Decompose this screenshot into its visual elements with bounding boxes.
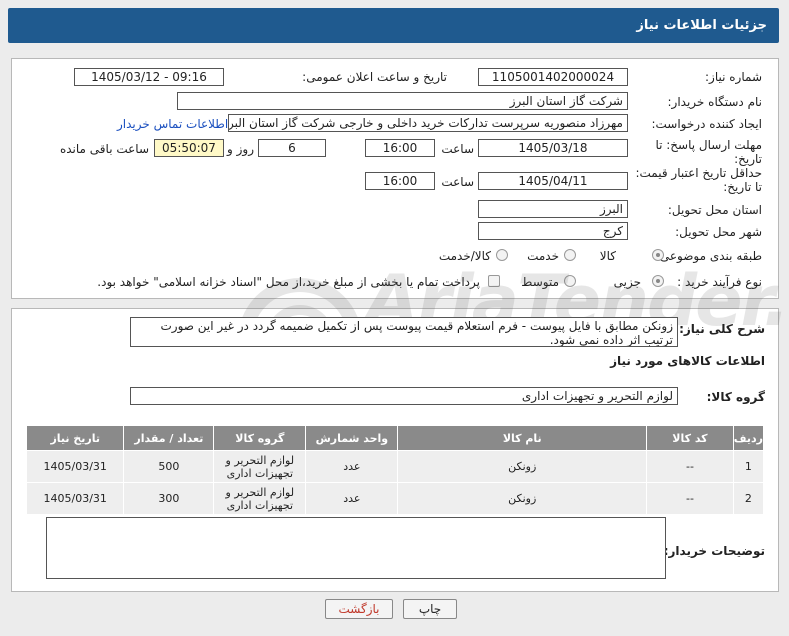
cell-name: زونکن: [397, 482, 648, 515]
remaining-time-word: ساعت باقی مانده: [59, 142, 149, 156]
category-radio-goods[interactable]: [652, 249, 664, 261]
deadline-time-word: ساعت: [441, 142, 474, 156]
goods-table: ردیف کد کالا نام کالا واحد شمارش گروه کا…: [25, 425, 765, 515]
request-creator-label: ایجاد کننده درخواست:: [651, 117, 762, 131]
cell-unit: عدد: [305, 450, 399, 483]
category-radio-goods-service[interactable]: [496, 249, 508, 261]
remaining-days-field: 6: [258, 139, 326, 157]
goods-group-label: گروه کالا:: [706, 390, 765, 404]
deadline-label-line1: مهلت ارسال پاسخ: تا: [655, 138, 762, 152]
process-type-label: نوع فرآیند خرید :: [677, 275, 762, 289]
cell-code: --: [646, 482, 734, 515]
validity-time-field: 16:00: [365, 172, 435, 190]
cell-date: 1405/03/31: [25, 482, 125, 515]
page-title: جزئیات اطلاعات نیاز: [8, 8, 779, 43]
validity-label-line1: حداقل تاریخ اعتبار قیمت:: [635, 166, 762, 180]
cell-unit: عدد: [305, 482, 399, 515]
col-date: تاریخ نیاز: [25, 425, 125, 451]
delivery-city-label: شهر محل تحویل:: [675, 225, 762, 239]
need-number-field: 1105001402000024: [478, 68, 628, 86]
col-row: ردیف: [732, 425, 765, 451]
col-unit: واحد شمارش: [305, 425, 399, 451]
category-radio-service[interactable]: [564, 249, 576, 261]
delivery-city-field: کرج: [478, 222, 628, 240]
process-option-minor: جزیی: [613, 275, 641, 289]
announce-datetime-label: تاریخ و ساعت اعلان عمومی:: [302, 70, 447, 84]
goods-table-header: ردیف کد کالا نام کالا واحد شمارش گروه کا…: [25, 425, 765, 451]
cell-qty: 500: [123, 450, 215, 483]
cell-group: لوازم التحریر و تجهیزات اداری: [213, 450, 307, 483]
deadline-time-field: 16:00: [365, 139, 435, 157]
category-label: طبقه بندی موضوعی:: [655, 249, 762, 263]
need-number-label: شماره نیاز:: [705, 70, 762, 84]
cell-group: لوازم التحریر و تجهیزات اداری: [213, 482, 307, 515]
deadline-label-line2: تاریخ:: [734, 152, 762, 166]
buyer-contact-link[interactable]: اطلاعات تماس خریدار: [117, 117, 228, 131]
col-qty: تعداد / مقدار: [123, 425, 215, 451]
buyer-notes-textarea[interactable]: [46, 517, 666, 579]
process-radio-minor[interactable]: [652, 275, 664, 287]
validity-date-field: 1405/04/11: [478, 172, 628, 190]
process-option-medium: متوسط: [521, 275, 559, 289]
description-label: شرح کلی نیاز:: [679, 322, 765, 336]
delivery-province-field: البرز: [478, 200, 628, 218]
buyer-name-field: شرکت گاز استان البرز: [177, 92, 628, 110]
back-button[interactable]: بازگشت: [325, 599, 393, 619]
validity-time-word: ساعت: [441, 175, 474, 189]
cell-name: زونکن: [397, 450, 648, 483]
treasury-payment-checkbox[interactable]: [488, 275, 500, 287]
category-option-goods-service: کالا/خدمت: [438, 249, 491, 263]
col-group: گروه کالا: [213, 425, 307, 451]
description-textarea[interactable]: زونکن مطابق با فایل پیوست - فرم استعلام …: [130, 317, 678, 347]
buyer-notes-label: توضیحات خریدار:: [663, 544, 765, 558]
cell-code: --: [646, 450, 734, 483]
col-code: کد کالا: [646, 425, 734, 451]
process-radio-medium[interactable]: [564, 275, 576, 287]
table-row: 2 -- زونکن عدد لوازم التحریر و تجهیزات ا…: [25, 482, 765, 515]
print-button[interactable]: چاپ: [403, 599, 457, 619]
goods-group-field: لوازم التحریر و تجهیزات اداری: [130, 387, 678, 405]
treasury-payment-note: پرداخت تمام یا بخشی از مبلغ خرید،از محل …: [97, 275, 480, 289]
category-option-goods: کالا: [599, 249, 616, 263]
cell-qty: 300: [123, 482, 215, 515]
buyer-name-label: نام دستگاه خریدار:: [667, 95, 763, 109]
delivery-province-label: استان محل تحویل:: [667, 203, 762, 217]
remaining-days-word: روز و: [227, 142, 254, 156]
col-name: نام کالا: [397, 425, 648, 451]
category-option-service: خدمت: [527, 249, 559, 263]
deadline-date-field: 1405/03/18: [478, 139, 628, 157]
remaining-time-field: 05:50:07: [154, 139, 224, 157]
cell-row: 2: [732, 482, 765, 515]
cell-row: 1: [732, 450, 765, 483]
goods-section-title: اطلاعات کالاهای مورد نیاز: [610, 354, 765, 368]
table-row: 1 -- زونکن عدد لوازم التحریر و تجهیزات ا…: [25, 450, 765, 483]
cell-date: 1405/03/31: [25, 450, 125, 483]
validity-label-line2: تا تاریخ:: [723, 180, 762, 194]
request-creator-field: مهرزاد منصوریه سرپرست تدارکات خرید داخلی…: [228, 114, 628, 132]
announce-datetime-field: 1405/03/12 - 09:16: [74, 68, 224, 86]
